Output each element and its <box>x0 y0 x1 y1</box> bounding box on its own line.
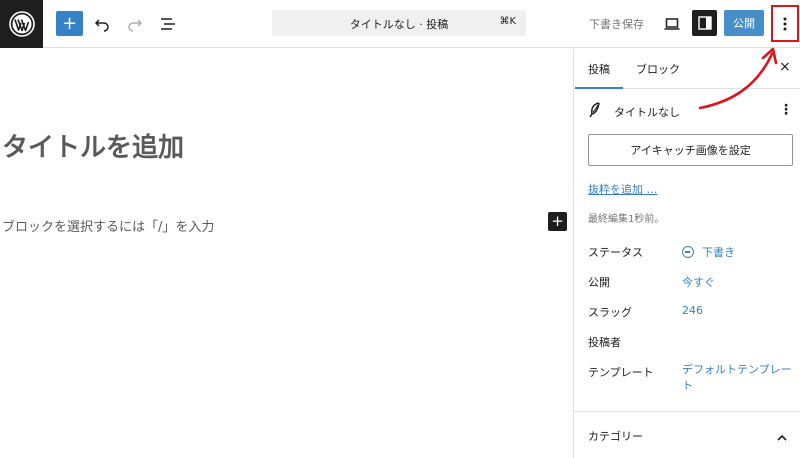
meta-value-slug[interactable]: 246 <box>682 304 703 317</box>
meta-label-publish: 公開 <box>588 276 610 289</box>
close-sidebar-button[interactable]: × <box>779 59 791 75</box>
sidebar-tabs: 投稿 ブロック × <box>574 49 800 89</box>
meta-label-slug: スラッグ <box>588 306 632 319</box>
settings-sidebar-toggle-icon[interactable] <box>692 10 717 36</box>
add-block-button[interactable]: + <box>56 11 83 36</box>
kebab-menu-icon <box>783 17 787 30</box>
chevron-up-icon <box>776 428 788 447</box>
meta-label-author: 投稿者 <box>588 336 621 349</box>
settings-sidebar: 投稿 ブロック × タイトルなし ⋮ アイキャッチ画像を設定 抜粋を追加 … 最… <box>573 49 800 458</box>
category-panel-title: カテゴリー <box>588 430 643 443</box>
editor-header: + タイトルなし · 投稿 ⌘K 下書き保存 公開 <box>0 0 800 48</box>
post-summary-title: タイトルなし <box>614 106 680 119</box>
add-excerpt-link[interactable]: 抜粋を追加 … <box>588 181 658 197</box>
post-summary-row: タイトルなし ⋮ <box>588 101 793 121</box>
save-draft-button[interactable]: 下書き保存 <box>589 16 644 32</box>
command-bar-title: タイトルなし · 投稿 <box>349 18 449 31</box>
tab-block[interactable]: ブロック <box>636 61 680 77</box>
block-inserter-button[interactable]: + <box>548 212 567 231</box>
wordpress-logo-icon[interactable] <box>0 0 43 48</box>
preview-device-icon[interactable] <box>660 12 684 36</box>
editor-canvas[interactable]: タイトルを追加 ブロックを選択するには「/」を入力 + <box>0 49 573 458</box>
publish-button[interactable]: 公開 <box>724 10 764 36</box>
post-actions-menu-button[interactable]: ⋮ <box>779 102 793 118</box>
meta-value-template[interactable]: デフォルトテンプレート <box>682 362 792 394</box>
feather-icon <box>588 102 602 122</box>
tab-post[interactable]: 投稿 <box>588 61 610 77</box>
meta-label-status: ステータス <box>588 246 643 259</box>
category-panel-header[interactable]: カテゴリー <box>574 411 800 458</box>
last-edited-text: 最終編集1秒前。 <box>588 214 665 225</box>
document-overview-icon[interactable] <box>156 12 180 36</box>
post-title-placeholder[interactable]: タイトルを追加 <box>2 127 184 164</box>
meta-label-template: テンプレート <box>588 366 654 379</box>
command-shortcut-hint: ⌘K <box>499 16 516 27</box>
active-tab-indicator <box>575 87 623 89</box>
redo-icon[interactable] <box>123 12 147 36</box>
meta-value-publish[interactable]: 今すぐ <box>682 274 715 290</box>
command-palette-bar[interactable]: タイトルなし · 投稿 ⌘K <box>272 10 526 36</box>
undo-icon[interactable] <box>90 12 114 36</box>
block-placeholder[interactable]: ブロックを選択するには「/」を入力 <box>2 216 214 235</box>
meta-value-status[interactable]: 下書き <box>682 244 735 260</box>
set-featured-image-button[interactable]: アイキャッチ画像を設定 <box>588 134 793 166</box>
draft-status-icon <box>682 246 694 258</box>
status-value-text: 下書き <box>702 246 735 259</box>
options-menu-button[interactable] <box>771 5 799 42</box>
